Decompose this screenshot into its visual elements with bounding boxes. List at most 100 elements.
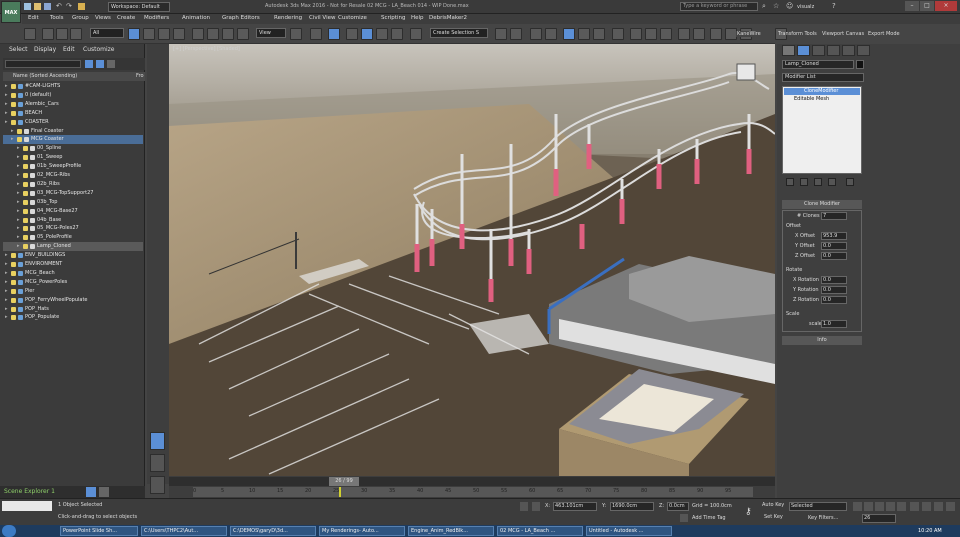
scene-render[interactable] bbox=[169, 44, 775, 476]
expand-arrow-icon[interactable]: ▸ bbox=[17, 216, 20, 225]
tree-item[interactable]: ▸ 00_Spline bbox=[3, 144, 143, 153]
visibility-icon[interactable] bbox=[11, 279, 16, 285]
ribbon-label-transform-tools[interactable]: Transform Tools bbox=[778, 31, 817, 37]
open-file-icon[interactable] bbox=[34, 3, 41, 10]
z-rotation-spinner[interactable]: 0.0 bbox=[821, 296, 847, 304]
object-name-field[interactable]: Lamp_Cloned bbox=[782, 60, 854, 69]
visibility-icon[interactable] bbox=[11, 297, 16, 303]
absolute-mode-icon[interactable] bbox=[532, 502, 540, 511]
align-icon[interactable] bbox=[510, 28, 522, 40]
x-rotation-spinner[interactable]: 0.0 bbox=[821, 276, 847, 284]
tree-item[interactable]: ▸ MCG_Beach bbox=[3, 269, 143, 278]
mirror-icon[interactable] bbox=[495, 28, 507, 40]
motion-tab-icon[interactable] bbox=[827, 45, 840, 56]
tree-item[interactable]: ▸ MCG_PowerPoles bbox=[3, 278, 143, 287]
make-unique-icon[interactable] bbox=[814, 178, 822, 186]
remove-modifier-icon[interactable] bbox=[828, 178, 836, 186]
visibility-icon[interactable] bbox=[11, 101, 16, 107]
expand-arrow-icon[interactable]: ▸ bbox=[5, 91, 8, 100]
menu-item-customize[interactable]: Customize bbox=[338, 15, 367, 21]
taskbar-item[interactable]: C:\Users\THPC2\Aut... bbox=[141, 526, 227, 536]
redo-icon[interactable]: ↷ bbox=[66, 3, 73, 10]
visibility-icon[interactable] bbox=[23, 155, 28, 161]
expand-arrow-icon[interactable]: ▸ bbox=[5, 269, 8, 278]
visibility-icon[interactable] bbox=[23, 217, 28, 223]
visibility-icon[interactable] bbox=[23, 173, 28, 178]
curve-editor-icon[interactable] bbox=[578, 28, 590, 40]
scale-spinner[interactable]: 1.0 bbox=[821, 320, 847, 328]
schematic-view-icon[interactable] bbox=[593, 28, 605, 40]
layout-tab-3[interactable] bbox=[150, 476, 165, 494]
star-icon[interactable]: ☆ bbox=[773, 2, 779, 10]
workspace-dropdown[interactable]: Workspace: Default bbox=[108, 2, 170, 12]
display-tab-icon[interactable] bbox=[842, 45, 855, 56]
tab-customize[interactable]: Customize bbox=[83, 46, 115, 53]
create-tab-icon[interactable] bbox=[782, 45, 795, 56]
ref-coord-dropdown[interactable]: View bbox=[256, 28, 286, 38]
search-input[interactable]: Type a keyword or phrase bbox=[680, 2, 758, 11]
key-filters-button[interactable]: Key Filters... bbox=[808, 515, 838, 521]
add-time-tag[interactable]: Add Time Tag bbox=[692, 515, 726, 521]
show-end-result-icon[interactable] bbox=[800, 178, 808, 186]
ribbon-label-kanewire-visible[interactable]: KaneWire bbox=[736, 31, 762, 37]
tree-item[interactable]: ▸ POP_Populate bbox=[3, 313, 143, 322]
expand-arrow-icon[interactable]: ▸ bbox=[5, 109, 8, 118]
tree-item[interactable]: ▸ ENVIRONMENT bbox=[3, 260, 143, 269]
start-button[interactable] bbox=[2, 525, 16, 537]
rollout-clone-modifier[interactable]: Clone Modifier bbox=[782, 200, 862, 209]
tab-select[interactable]: Select bbox=[9, 46, 28, 53]
modify-tab-icon[interactable] bbox=[797, 45, 810, 56]
column-header-name[interactable]: Name (Sorted Ascending) bbox=[13, 73, 77, 79]
tree-item[interactable]: ▸ Final Coaster bbox=[3, 127, 143, 136]
tree-item[interactable]: ▸ 01b_SweepProfile bbox=[3, 162, 143, 171]
orbit-icon[interactable] bbox=[934, 502, 943, 511]
filter-icon[interactable] bbox=[85, 60, 93, 68]
tree-item[interactable]: ▸ 04_MCG-Base27 bbox=[3, 207, 143, 216]
ribbon-toggle-icon[interactable] bbox=[563, 28, 575, 40]
window-crossing-icon[interactable] bbox=[173, 28, 185, 40]
explorer-footer-icon[interactable] bbox=[86, 487, 96, 497]
next-frame-icon[interactable] bbox=[886, 502, 895, 511]
render-iterative-icon[interactable] bbox=[678, 28, 690, 40]
keyboard-shortcut-icon[interactable] bbox=[328, 28, 340, 40]
explorer-search-field[interactable] bbox=[5, 60, 81, 68]
expand-arrow-icon[interactable]: ▸ bbox=[17, 198, 20, 207]
visibility-icon[interactable] bbox=[23, 181, 28, 187]
menu-item-scripting[interactable]: Scripting bbox=[381, 15, 405, 21]
tree-item[interactable]: ▸ 05_MCG-Poles27 bbox=[3, 224, 143, 233]
edit-named-selection-icon[interactable] bbox=[410, 28, 422, 40]
tree-item[interactable]: ▸ POP_Hats bbox=[3, 305, 143, 314]
tree-item[interactable]: ▸ 01_Sweep bbox=[3, 153, 143, 162]
tree-item[interactable]: ▸ 02b_Ribs bbox=[3, 180, 143, 189]
taskbar-item[interactable]: Engine_Anim_RedBlk... bbox=[408, 526, 494, 536]
tree-item[interactable]: ▸ 04b_Base bbox=[3, 216, 143, 225]
tab-edit[interactable]: Edit bbox=[63, 46, 75, 53]
stack-item-clonemodifier[interactable]: CloneModifier bbox=[784, 88, 860, 95]
undo-toolbar-icon[interactable] bbox=[24, 28, 36, 40]
visibility-icon[interactable] bbox=[11, 110, 16, 116]
project-folder-icon[interactable] bbox=[78, 3, 85, 10]
prev-frame-icon[interactable] bbox=[864, 502, 873, 511]
perspective-viewport[interactable]: [+] [Perspective] [Shaded] bbox=[169, 44, 775, 476]
menu-item-rendering[interactable]: Rendering bbox=[274, 15, 302, 21]
expand-arrow-icon[interactable]: ▸ bbox=[17, 233, 20, 242]
frame-spinner[interactable]: 26 bbox=[862, 514, 896, 523]
pivot-center-icon[interactable] bbox=[290, 28, 302, 40]
rollout-info[interactable]: Info bbox=[782, 336, 862, 345]
expand-arrow-icon[interactable]: ▸ bbox=[5, 260, 8, 269]
material-editor-icon[interactable] bbox=[612, 28, 624, 40]
expand-arrow-icon[interactable]: ▸ bbox=[5, 287, 8, 296]
tree-item[interactable]: ▸ 05_PoleProfile bbox=[3, 233, 143, 242]
percent-snap-icon[interactable] bbox=[376, 28, 388, 40]
x-offset-spinner[interactable]: 953.9 bbox=[821, 232, 847, 240]
visibility-icon[interactable] bbox=[11, 306, 16, 312]
zoom-icon[interactable] bbox=[910, 502, 919, 511]
current-frame-marker[interactable] bbox=[338, 487, 341, 497]
utilities-tab-icon[interactable] bbox=[857, 45, 870, 56]
visibility-icon[interactable] bbox=[11, 119, 16, 125]
time-slider[interactable]: 26 / 99 bbox=[169, 477, 775, 486]
tree-item[interactable]: ▸ #CAM-LIGHTS bbox=[3, 82, 143, 91]
menu-item-animation[interactable]: Animation bbox=[182, 15, 210, 21]
visibility-icon[interactable] bbox=[23, 199, 28, 205]
menu-item-edit[interactable]: Edit bbox=[28, 15, 39, 21]
